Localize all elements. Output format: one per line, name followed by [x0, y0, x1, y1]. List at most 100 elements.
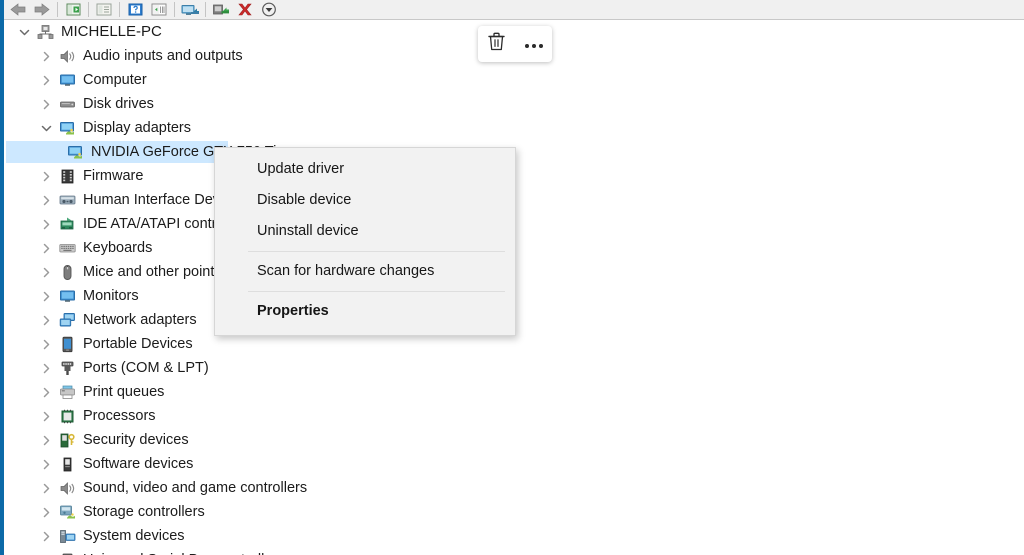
- window-left-border: [0, 0, 4, 555]
- toolbar-separator: [205, 2, 206, 17]
- mouse-icon: [56, 260, 78, 284]
- chevron-right-icon[interactable]: [36, 332, 56, 356]
- chevron-right-icon[interactable]: [36, 524, 56, 548]
- chevron-down-icon[interactable]: [36, 116, 56, 140]
- context-menu-item-update-driver[interactable]: Update driver: [215, 154, 515, 185]
- chevron-right-icon[interactable]: [36, 452, 56, 476]
- usb-controller-icon: [56, 548, 78, 555]
- chevron-right-icon[interactable]: [36, 236, 56, 260]
- port-icon: [56, 356, 78, 380]
- tree-item-security-devices[interactable]: Security devices: [6, 428, 1020, 452]
- chevron-right-icon[interactable]: [36, 260, 56, 284]
- system-device-icon: [56, 524, 78, 548]
- context-menu-separator: [248, 251, 505, 252]
- chevron-right-icon[interactable]: [36, 356, 56, 380]
- chevron-right-icon[interactable]: [36, 164, 56, 188]
- tree-item-universal-serial-bus-controllers[interactable]: Universal Serial Bus controllers: [6, 548, 1020, 555]
- tree-item-label: Computer: [83, 72, 147, 88]
- context-menu-item-uninstall-device[interactable]: Uninstall device: [215, 216, 515, 247]
- chevron-right-icon[interactable]: [36, 548, 56, 555]
- chevron-right-icon[interactable]: [36, 404, 56, 428]
- help-icon[interactable]: [123, 0, 147, 19]
- uninstall-device-icon[interactable]: [257, 0, 281, 19]
- display-adapter-icon: [56, 116, 78, 140]
- monitor-icon: [56, 68, 78, 92]
- context-menu-item-scan-for-hardware-changes[interactable]: Scan for hardware changes: [215, 256, 515, 287]
- processor-icon: [56, 404, 78, 428]
- tree-item-label: Storage controllers: [83, 504, 205, 520]
- chevron-right-icon[interactable]: [36, 44, 56, 68]
- network-adapter-icon: [56, 308, 78, 332]
- delete-button[interactable]: [482, 29, 512, 59]
- tree-item-disk-drives[interactable]: Disk drives: [6, 92, 1020, 116]
- tree-item-label: System devices: [83, 528, 185, 544]
- chevron-right-icon[interactable]: [36, 428, 56, 452]
- tree-item-label: Print queues: [83, 384, 165, 400]
- chevron-down-icon[interactable]: [14, 20, 34, 44]
- back-icon[interactable]: [6, 0, 30, 19]
- tree-item-label: Processors: [83, 408, 156, 424]
- tree-item-label: Sound, video and game controllers: [83, 480, 308, 496]
- tree-item-label: Ports (COM & LPT): [83, 360, 209, 376]
- context-menu[interactable]: Update driver Disable device Uninstall d…: [214, 147, 516, 336]
- tree-item-label: Display adapters: [83, 120, 191, 136]
- tree-item-label: Network adapters: [83, 312, 197, 328]
- window-left-border-inner: [4, 20, 6, 555]
- chevron-right-icon[interactable]: [36, 380, 56, 404]
- storage-controller-icon: [56, 500, 78, 524]
- tree-item-processors[interactable]: Processors: [6, 404, 1020, 428]
- trash-icon: [488, 32, 505, 56]
- properties-icon[interactable]: [92, 0, 116, 19]
- chevron-right-icon[interactable]: [36, 476, 56, 500]
- tree-item-display-adapters[interactable]: Display adapters: [6, 116, 1020, 140]
- device-manager-window: MICHELLE-PC Audio inputs and outputs Com…: [0, 0, 1024, 555]
- chevron-right-icon[interactable]: [36, 188, 56, 212]
- disk-drive-icon: [56, 92, 78, 116]
- tree-item-label: Firmware: [83, 168, 144, 184]
- context-menu-item-properties[interactable]: Properties: [215, 296, 515, 327]
- update-driver-icon[interactable]: [178, 0, 202, 19]
- keyboard-icon: [56, 236, 78, 260]
- context-menu-item-disable-device[interactable]: Disable device: [215, 185, 515, 216]
- tree-item-label: Audio inputs and outputs: [83, 48, 243, 64]
- tree-item-label: Security devices: [83, 432, 189, 448]
- chevron-right-icon[interactable]: [36, 68, 56, 92]
- firmware-icon: [56, 164, 78, 188]
- toolbar-separator: [119, 2, 120, 17]
- chevron-right-icon[interactable]: [36, 308, 56, 332]
- tree-item-computer[interactable]: Computer: [6, 68, 1020, 92]
- tree-item-system-devices[interactable]: System devices: [6, 524, 1020, 548]
- tree-item-label: Universal Serial Bus controllers: [78, 548, 284, 555]
- computer-node-icon: [34, 20, 56, 44]
- tree-item-print-queues[interactable]: Print queues: [6, 380, 1020, 404]
- toolbar: [0, 0, 1024, 20]
- context-menu-separator: [248, 291, 505, 292]
- tree-item-label: Monitors: [83, 288, 139, 304]
- chevron-right-icon[interactable]: [36, 92, 56, 116]
- ellipsis-icon: [523, 35, 544, 53]
- tree-item-ports-com-and-lpt[interactable]: Ports (COM & LPT): [6, 356, 1020, 380]
- ide-controller-icon: [56, 212, 78, 236]
- tree-item-software-devices[interactable]: Software devices: [6, 452, 1020, 476]
- tree-item-label: Keyboards: [83, 240, 153, 256]
- display-adapter-icon: [64, 140, 86, 164]
- printer-icon: [56, 380, 78, 404]
- tree-item-label: Software devices: [83, 456, 194, 472]
- tree-item-label: Portable Devices: [83, 336, 193, 352]
- toolbar-separator: [174, 2, 175, 17]
- security-device-icon: [56, 428, 78, 452]
- disable-device-icon[interactable]: [233, 0, 257, 19]
- chevron-right-icon[interactable]: [36, 212, 56, 236]
- floating-action-toolbar: [478, 26, 552, 62]
- chevron-right-icon[interactable]: [36, 500, 56, 524]
- monitor-icon: [56, 284, 78, 308]
- speaker-icon: [56, 44, 78, 68]
- tree-item-sound-video-and-game-controllers[interactable]: Sound, video and game controllers: [6, 476, 1020, 500]
- show-hide-console-tree-icon[interactable]: [61, 0, 85, 19]
- scan-for-hardware-changes-icon[interactable]: [147, 0, 171, 19]
- forward-icon[interactable]: [30, 0, 54, 19]
- tree-item-storage-controllers[interactable]: Storage controllers: [6, 500, 1020, 524]
- chevron-right-icon[interactable]: [36, 284, 56, 308]
- more-options-button[interactable]: [519, 29, 549, 59]
- enable-device-icon[interactable]: [209, 0, 233, 19]
